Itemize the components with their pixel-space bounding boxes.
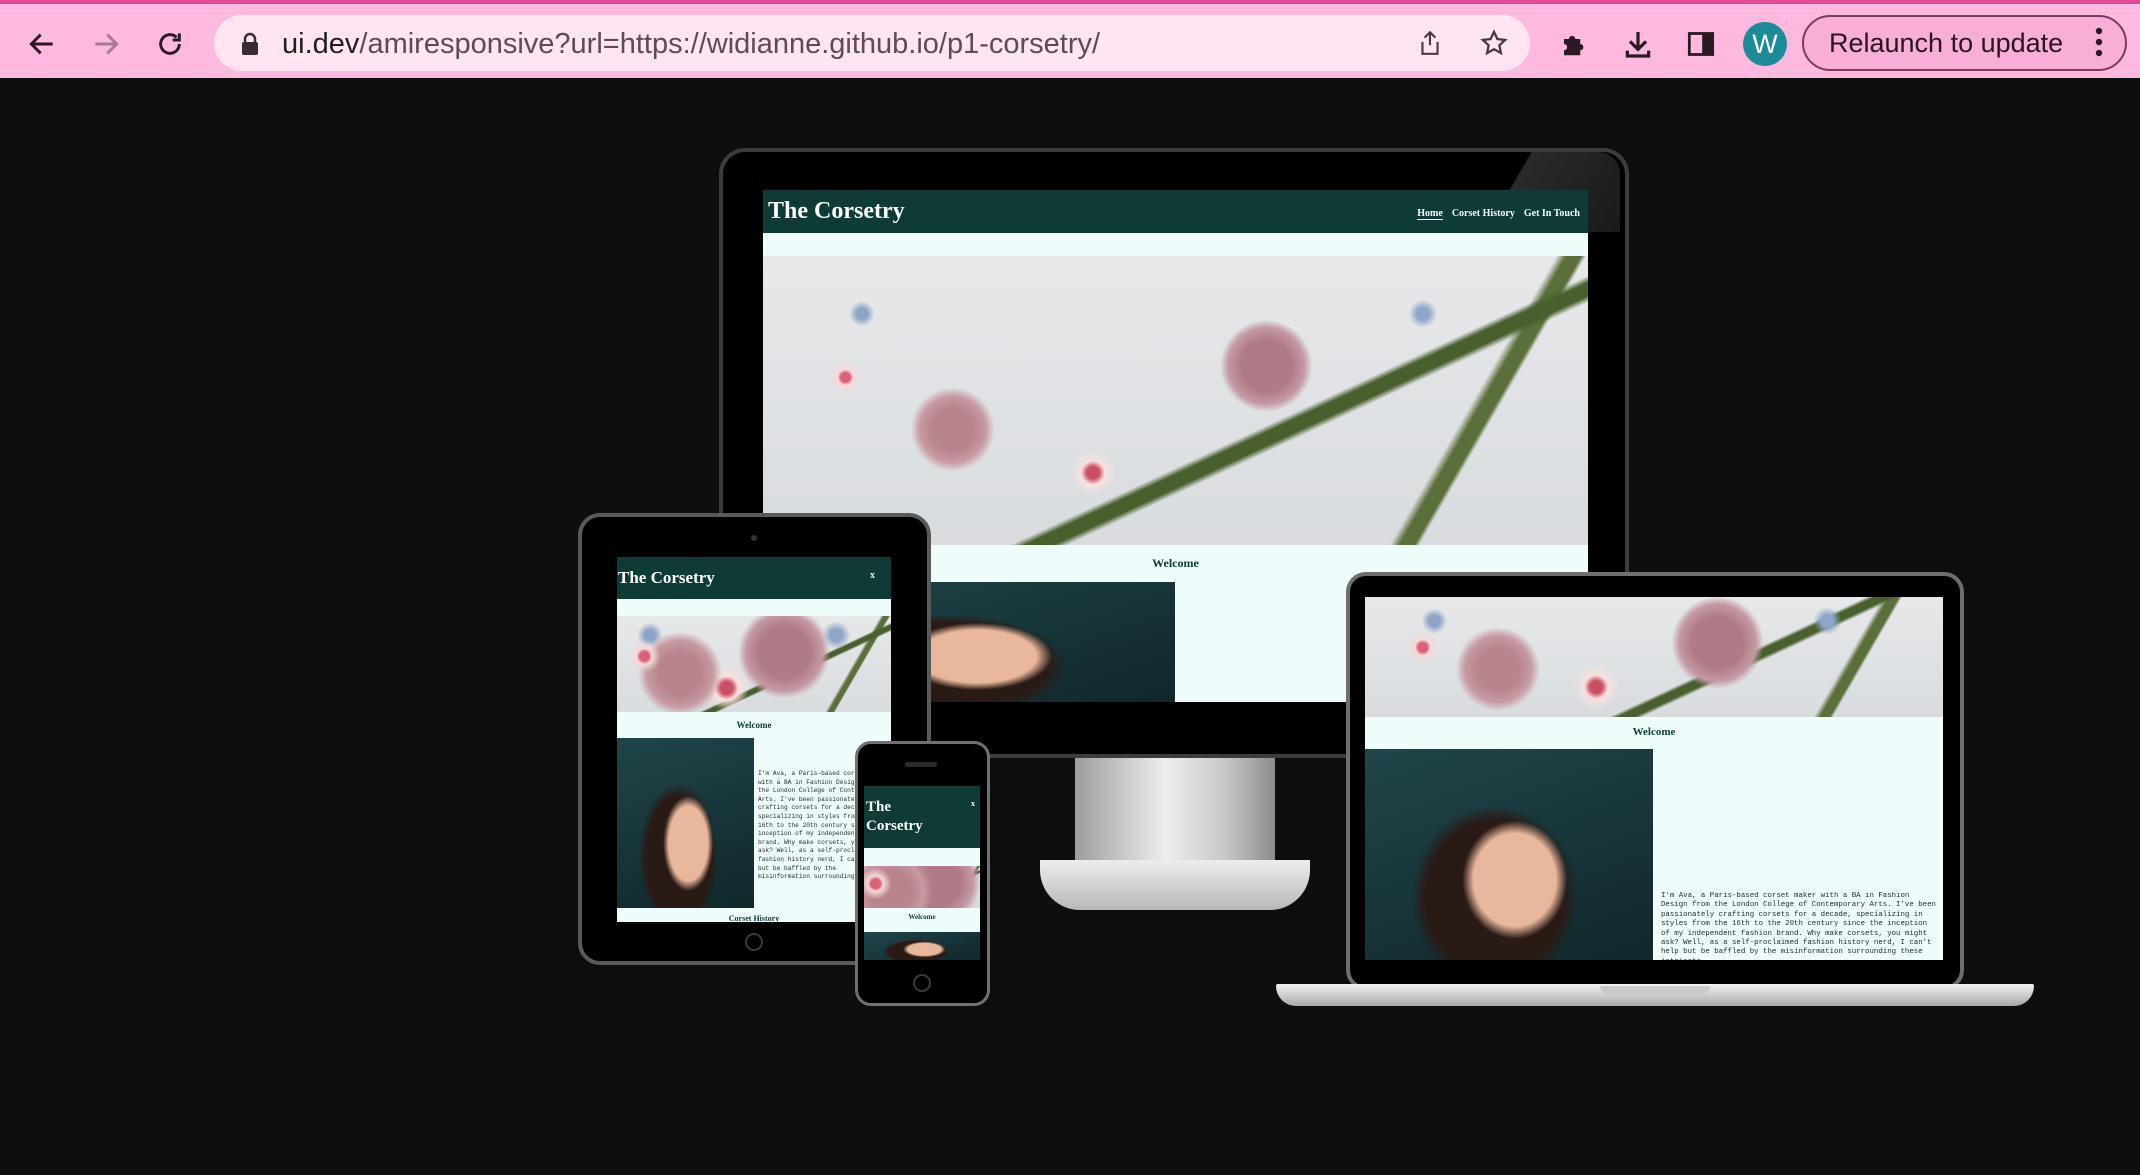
address-bar[interactable]: ui.dev/amiresponsive?url=https://widiann… [214,15,1530,71]
extensions-button[interactable] [1552,22,1596,66]
forward-button[interactable] [84,22,128,66]
tablet-camera [751,535,757,541]
hero-floral-image [617,616,891,712]
nav-corset-history[interactable]: Corset History [1452,208,1515,220]
site-header: The Corsetry x [617,557,891,599]
url-path: /amiresponsive?url=https://widianne.gith… [359,28,1101,60]
puzzle-icon [1564,35,1584,56]
hero-floral-image [864,866,980,908]
phone-speaker [905,762,937,767]
hero-floral-image [1365,597,1943,717]
site-header: The Corsetry x [864,786,980,848]
laptop-notch [1600,986,1710,994]
nav-home[interactable]: Home [1417,208,1443,220]
star-icon [1480,29,1508,56]
share-icon [1421,30,1439,55]
about-portrait-image [864,932,980,960]
browser-menu-button[interactable] [2084,20,2114,64]
reload-icon [159,33,181,55]
download-icon [1625,32,1651,58]
welcome-heading: Welcome [1632,726,1676,738]
tablet-preview-screen[interactable]: The Corsetry x Welcome I'm Ava, a Paris-… [617,557,891,922]
site-logo[interactable]: The Corsetry [618,568,715,588]
welcome-heading: Welcome [736,720,772,730]
corset-history-heading: Corset History [728,914,780,922]
hero-floral-image [763,256,1588,545]
nav-toggle-icon[interactable]: x [971,799,975,808]
side-panel-button[interactable] [1679,22,1723,66]
site-logo-line-2: Corsetry [866,818,923,834]
site-logo-line-1: The [866,799,892,815]
about-portrait-image [1365,749,1653,960]
laptop-preview-screen[interactable]: Welcome I'm Ava, a Paris-based corset ma… [1365,597,1943,960]
back-arrow-icon [29,33,53,55]
tablet-home-button [745,933,763,951]
nav-get-in-touch[interactable]: Get In Touch [1524,208,1580,220]
downloads-button[interactable] [1616,22,1660,66]
welcome-heading: Welcome [908,913,936,921]
url-host: ui.dev [282,28,360,60]
about-paragraph: I'm Ava, a Paris-based corset maker with… [1661,892,1936,960]
site-nav: Home Corset History Get In Touch [1417,208,1580,220]
profile-avatar[interactable]: W [1743,22,1787,66]
back-button[interactable] [20,22,64,66]
phone-preview-screen[interactable]: The Corsetry x Welcome [864,786,980,960]
about-portrait-image [617,738,754,908]
relaunch-to-update-button[interactable]: Relaunch to update [1802,15,2127,71]
share-button[interactable] [1414,27,1446,59]
site-logo[interactable]: The Corsetry [866,798,923,836]
browser-toolbar: ui.dev/amiresponsive?url=https://widiann… [0,0,2140,78]
reload-button[interactable] [148,22,192,66]
side-panel-icon [1687,32,1715,56]
url-text: ui.dev/amiresponsive?url=https://widiann… [282,28,1100,61]
lock-icon [242,32,258,55]
forward-arrow-icon [95,33,119,55]
site-logo[interactable]: The Corsetry [768,198,905,225]
nav-toggle-icon[interactable]: x [870,570,875,581]
phone-home-button [913,974,931,992]
more-vert-icon [2095,27,2103,57]
site-header: The Corsetry Home Corset History Get In … [763,190,1588,233]
bookmark-button[interactable] [1478,27,1510,59]
monitor-stand-base [1040,860,1310,910]
